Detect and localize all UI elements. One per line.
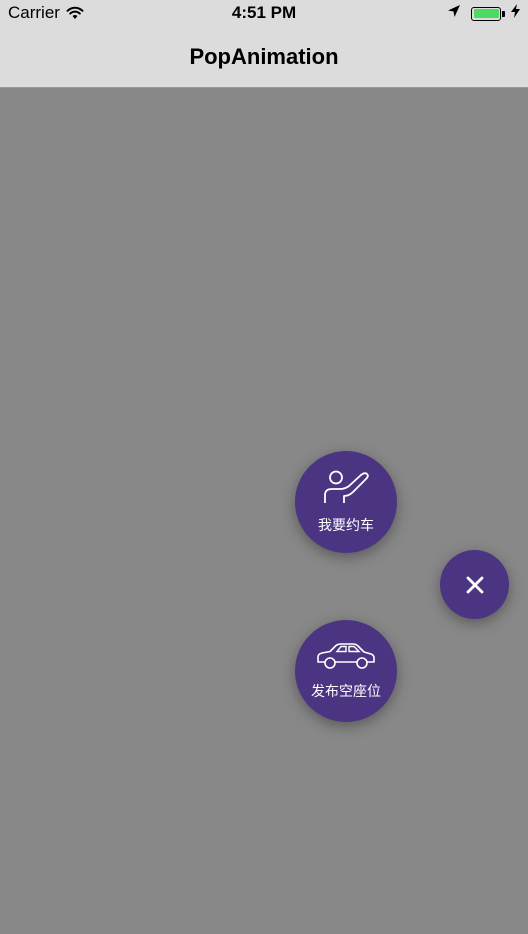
- publish-seat-button[interactable]: 发布空座位: [295, 620, 397, 722]
- top-bar: Carrier 4:51 PM PopAnimation: [0, 0, 528, 88]
- request-ride-label: 我要约车: [318, 517, 374, 534]
- nav-title: PopAnimation: [189, 44, 339, 69]
- charging-bolt-icon: [511, 4, 520, 23]
- battery-tip: [502, 10, 505, 17]
- close-menu-button[interactable]: [440, 550, 509, 619]
- app-screen: Carrier 4:51 PM PopAnimation 我要约车 发布空座位: [0, 0, 528, 934]
- car-icon: [315, 642, 377, 675]
- status-indicators: [447, 4, 520, 23]
- raise-hand-person-icon: [318, 470, 374, 509]
- close-icon: [466, 576, 484, 594]
- publish-seat-label: 发布空座位: [311, 683, 381, 700]
- status-bar: Carrier 4:51 PM: [0, 0, 528, 26]
- request-ride-button[interactable]: 我要约车: [295, 451, 397, 553]
- battery-level: [473, 9, 499, 18]
- battery-icon: [471, 6, 505, 21]
- location-arrow-icon: [447, 4, 461, 23]
